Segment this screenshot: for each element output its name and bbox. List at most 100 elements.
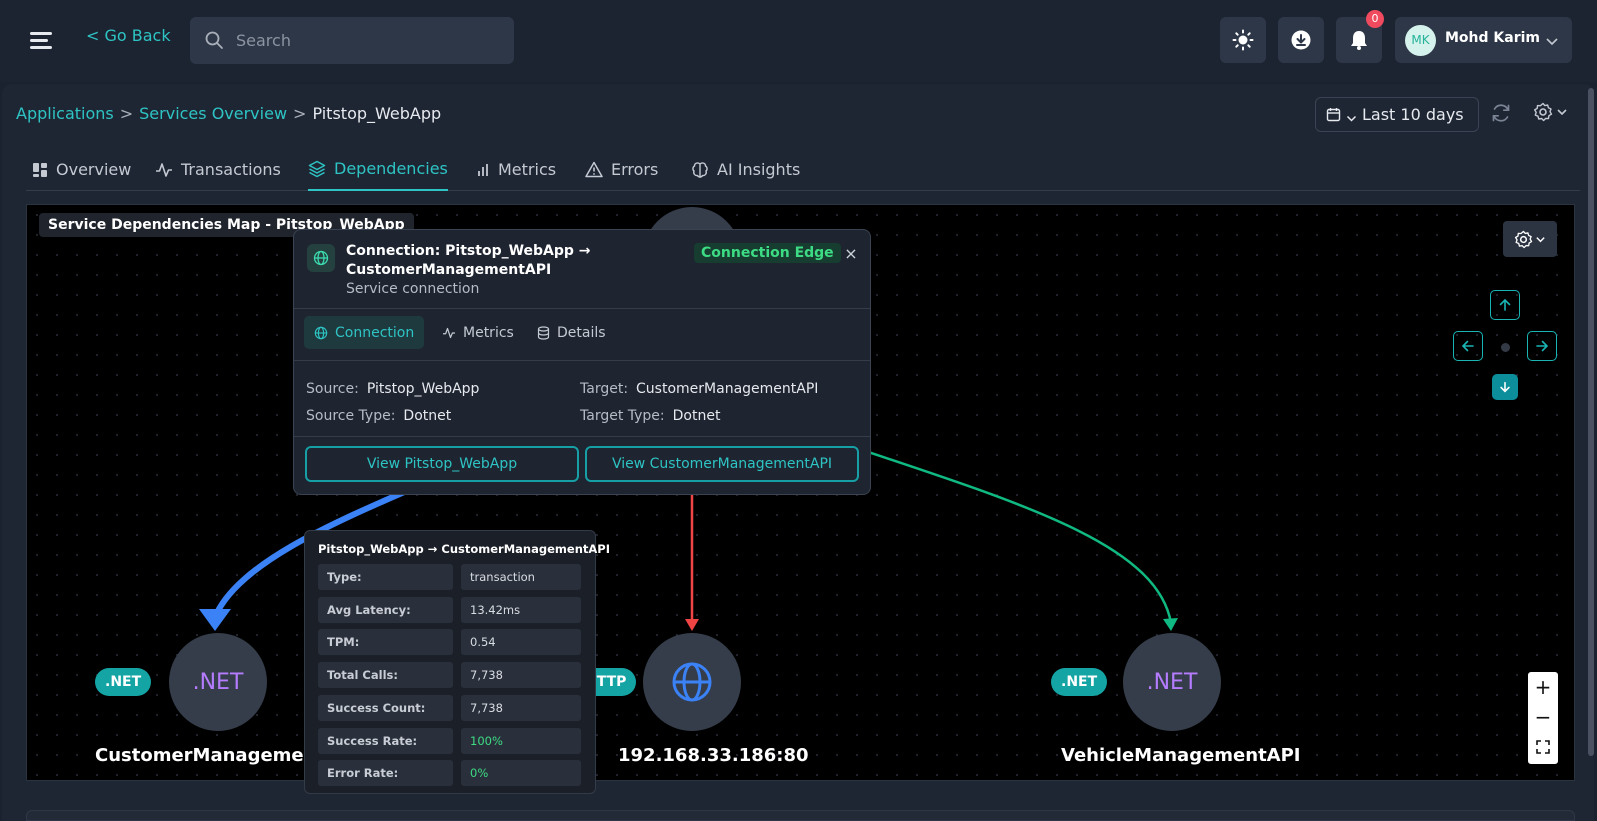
node-vehicle-management-api[interactable]: .NET	[1123, 633, 1221, 731]
metric-value: 13.42ms	[461, 597, 581, 623]
bar-chart-icon	[478, 163, 488, 176]
zoom-out-button[interactable]: −	[1528, 702, 1558, 732]
field-label: Target:	[580, 381, 629, 397]
breadcrumb-separator: >	[119, 104, 134, 123]
dotnet-icon: .NET	[192, 669, 244, 695]
tab-transactions[interactable]: Transactions	[155, 148, 281, 191]
pan-center-dot[interactable]	[1501, 343, 1510, 352]
menu-icon[interactable]	[30, 30, 54, 50]
fit-view-button[interactable]	[1528, 732, 1558, 762]
divider	[294, 308, 870, 309]
popup-tab-connection[interactable]: Connection	[304, 316, 425, 349]
target-field: Target: CustomerManagementAPI	[580, 381, 818, 397]
database-icon	[537, 325, 550, 340]
metric-label: Success Count:	[318, 695, 453, 721]
pan-up-button[interactable]	[1490, 290, 1520, 320]
warning-icon	[585, 161, 603, 178]
divider	[294, 360, 870, 361]
pan-down-button[interactable]	[1492, 374, 1518, 400]
edge-vehicle-management[interactable]	[846, 443, 1173, 624]
zoom-controls: + −	[1528, 672, 1558, 764]
field-label: Source Type:	[306, 408, 396, 424]
dotnet-icon: .NET	[1146, 669, 1198, 695]
metric-value: 0.54	[461, 629, 581, 655]
date-range-picker[interactable]: Last 10 days	[1315, 97, 1479, 132]
search-icon	[204, 30, 224, 54]
metric-label: Total Calls:	[318, 662, 453, 688]
tooltip-row: Error Rate: 0%	[318, 760, 582, 786]
node-label: 192.168.33.186:80	[618, 745, 809, 766]
view-target-button[interactable]: View CustomerManagementAPI	[585, 446, 859, 482]
bell-icon	[1351, 31, 1367, 50]
close-icon[interactable]: ×	[841, 243, 861, 263]
node-type-badge: .NET	[1051, 668, 1108, 696]
tab-dependencies[interactable]: Dependencies	[308, 148, 448, 191]
chevron-down-icon	[1545, 33, 1559, 52]
tab-label: Overview	[56, 160, 132, 179]
fullscreen-icon	[1536, 740, 1550, 754]
tooltip-row: Type: transaction	[318, 564, 582, 590]
pan-right-button[interactable]	[1527, 331, 1557, 361]
node-type-badge: .NET	[95, 668, 152, 696]
theme-toggle-button[interactable]	[1220, 17, 1266, 63]
metric-value: 0%	[461, 760, 581, 786]
refresh-icon[interactable]	[1490, 102, 1512, 128]
go-back-link[interactable]: < Go Back	[86, 26, 171, 45]
breadcrumb: Applications > Services Overview > Pitstop_W…	[16, 104, 441, 123]
popup-tab-details[interactable]: Details	[527, 316, 616, 349]
settings-menu-button[interactable]	[1533, 102, 1568, 122]
bottom-panel	[26, 810, 1575, 821]
breadcrumb-applications[interactable]: Applications	[16, 104, 114, 123]
gear-icon	[1514, 230, 1533, 248]
arrow-up-icon	[1499, 298, 1511, 311]
node-http-endpoint[interactable]	[643, 633, 741, 731]
brain-icon	[692, 161, 708, 178]
tab-label: Dependencies	[334, 159, 448, 178]
breadcrumb-current: Pitstop_WebApp	[312, 104, 442, 123]
divider	[294, 436, 870, 437]
pan-left-button[interactable]	[1453, 331, 1483, 361]
metric-value: 7,738	[461, 695, 581, 721]
notifications-button[interactable]: 0	[1336, 10, 1384, 63]
tab-overview[interactable]: Overview	[32, 148, 131, 191]
field-label: Target Type:	[580, 408, 665, 424]
calendar-icon	[1326, 107, 1341, 126]
tab-errors[interactable]: Errors	[585, 148, 658, 191]
download-button[interactable]	[1278, 17, 1324, 63]
node-customer-management-api[interactable]: .NET	[169, 633, 267, 731]
metric-label: Avg Latency:	[318, 597, 453, 623]
activity-icon	[443, 327, 455, 338]
tooltip-row: Avg Latency: 13.42ms	[318, 597, 582, 623]
search-input[interactable]	[236, 17, 496, 64]
chevron-down-icon	[1557, 109, 1567, 116]
popup-tab-metrics[interactable]: Metrics	[432, 316, 524, 349]
tab-ai-insights[interactable]: AI Insights	[691, 148, 800, 191]
breadcrumb-services-overview[interactable]: Services Overview	[139, 104, 287, 123]
tab-metrics[interactable]: Metrics	[476, 148, 556, 191]
metric-label: TPM:	[318, 629, 453, 655]
edge-metrics-tooltip: Pitstop_WebApp → CustomerManagementAPI T…	[304, 530, 610, 794]
metric-label: Success Rate:	[318, 728, 453, 754]
date-range-label: Last 10 days	[1362, 105, 1464, 124]
source-type-field: Source Type: Dotnet	[306, 408, 451, 424]
search-box[interactable]	[190, 17, 514, 64]
breadcrumb-separator: >	[293, 104, 307, 123]
download-icon	[1291, 30, 1311, 50]
zoom-in-button[interactable]: +	[1528, 672, 1558, 702]
source-field: Source: Pitstop_WebApp	[306, 381, 479, 397]
scrollbar[interactable]	[1588, 88, 1594, 756]
tooltip-row: Total Calls: 7,738	[318, 662, 582, 688]
arrow-right-icon	[1536, 340, 1549, 352]
avatar: MK	[1405, 25, 1436, 56]
layers-icon	[308, 160, 326, 177]
connection-popup: Connection: Pitstop_WebApp → CustomerMan…	[293, 229, 871, 495]
map-settings-button[interactable]	[1503, 221, 1557, 257]
edge-arrowhead	[1163, 618, 1178, 631]
sun-icon	[1232, 29, 1254, 51]
tab-bar: Overview Transactions Dependencies Metri…	[26, 148, 1580, 191]
user-menu[interactable]: MK Mohd Karim	[1395, 17, 1572, 63]
connection-edge-badge: Connection Edge	[694, 243, 841, 263]
field-value: Pitstop_WebApp	[366, 381, 480, 397]
view-source-button[interactable]: View Pitstop_WebApp	[305, 446, 579, 482]
dashboard-icon	[33, 162, 47, 177]
